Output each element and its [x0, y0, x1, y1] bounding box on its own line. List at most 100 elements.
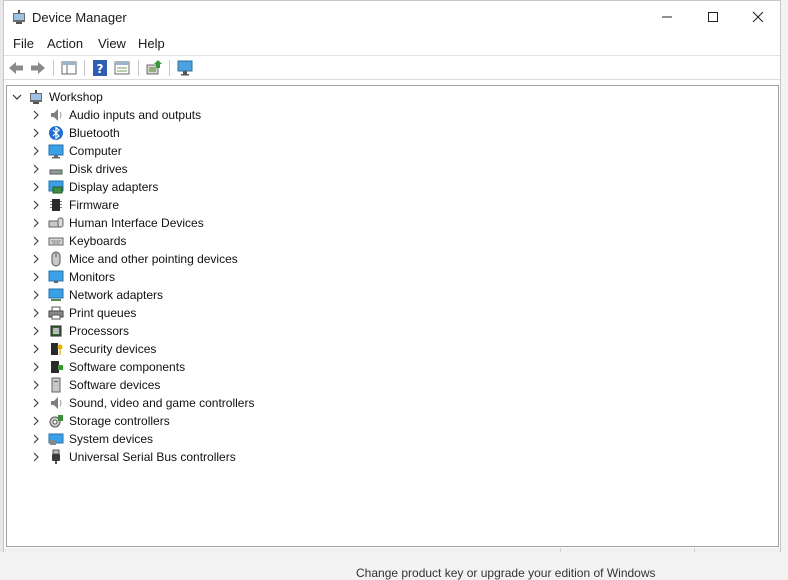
- menu-help[interactable]: Help: [136, 36, 167, 51]
- tree-category-label: Print queues: [69, 306, 137, 320]
- chevron-right-icon[interactable]: [31, 272, 41, 282]
- tree-category-label: Firmware: [69, 198, 119, 212]
- tree-category-label: Universal Serial Bus controllers: [69, 450, 236, 464]
- chevron-right-icon[interactable]: [31, 254, 41, 264]
- tree-category-audio-inputs-and-outputs[interactable]: Audio inputs and outputs: [7, 106, 767, 124]
- tree-category-system-devices[interactable]: System devices: [7, 430, 767, 448]
- chevron-right-icon[interactable]: [31, 344, 41, 354]
- chevron-right-icon[interactable]: [31, 236, 41, 246]
- computer-icon: [48, 144, 64, 159]
- tree-category-storage-controllers[interactable]: Storage controllers: [7, 412, 767, 430]
- device-manager-app-icon: [13, 10, 25, 24]
- chevron-right-icon[interactable]: [31, 146, 41, 156]
- status-bar: [4, 548, 780, 552]
- speaker-icon: [51, 109, 62, 121]
- menu-view[interactable]: View: [96, 36, 128, 51]
- tree-category-label: Computer: [69, 144, 122, 158]
- tree-category-disk-drives[interactable]: Disk drives: [7, 160, 767, 178]
- back-icon[interactable]: [7, 59, 25, 77]
- tree-category-label: Sound, video and game controllers: [69, 396, 255, 410]
- close-button[interactable]: [735, 1, 781, 33]
- disk-drive-icon: [49, 169, 63, 175]
- tree-category-keyboards[interactable]: Keyboards: [7, 232, 767, 250]
- tree-category-print-queues[interactable]: Print queues: [7, 304, 767, 322]
- tree-category-software-devices[interactable]: Software devices: [7, 376, 767, 394]
- firmware-icon: [50, 199, 62, 211]
- chevron-right-icon[interactable]: [31, 380, 41, 390]
- display-adapter-icon: [48, 180, 64, 194]
- tree-category-label: Mice and other pointing devices: [69, 252, 238, 266]
- tree-category-display-adapters[interactable]: Display adapters: [7, 178, 767, 196]
- device-tree[interactable]: Workshop Audio inputs and outputs Bluetoo…: [6, 85, 779, 547]
- chevron-right-icon[interactable]: [31, 416, 41, 426]
- tree-category-firmware[interactable]: Firmware: [7, 196, 767, 214]
- tree-category-label: Display adapters: [69, 180, 159, 194]
- chevron-right-icon[interactable]: [31, 362, 41, 372]
- toolbar-separator: [53, 60, 54, 76]
- chevron-right-icon[interactable]: [31, 200, 41, 210]
- toolbar-separator: [169, 60, 170, 76]
- chevron-right-icon[interactable]: [31, 398, 41, 408]
- tree-root[interactable]: Workshop: [7, 88, 767, 106]
- window-title: Device Manager: [32, 10, 127, 25]
- svg-text:?: ?: [97, 62, 104, 76]
- properties-icon[interactable]: [113, 59, 131, 77]
- bluetooth-icon: [49, 126, 63, 140]
- chevron-right-icon[interactable]: [31, 326, 41, 336]
- title-bar[interactable]: Device Manager: [4, 1, 780, 33]
- chevron-right-icon[interactable]: [31, 164, 41, 174]
- chevron-right-icon[interactable]: [31, 218, 41, 228]
- minimize-button[interactable]: [644, 1, 690, 33]
- background-link-text[interactable]: Change product key or upgrade your editi…: [356, 566, 656, 580]
- software-device-icon: [51, 377, 61, 393]
- tree-category-monitors[interactable]: Monitors: [7, 268, 767, 286]
- forward-icon[interactable]: [29, 59, 47, 77]
- chevron-right-icon[interactable]: [31, 290, 41, 300]
- tree-category-label: System devices: [69, 432, 154, 446]
- chevron-right-icon[interactable]: [31, 182, 41, 192]
- toolbar-separator: [84, 60, 85, 76]
- chevron-right-icon[interactable]: [31, 308, 41, 318]
- chevron-right-icon[interactable]: [31, 110, 41, 120]
- tree-category-network-adapters[interactable]: Network adapters: [7, 286, 767, 304]
- tree-category-computer[interactable]: Computer: [7, 142, 767, 160]
- tree-category-processors[interactable]: Processors: [7, 322, 767, 340]
- menu-bar: File Action View Help: [4, 33, 780, 55]
- tree-category-security-devices[interactable]: Security devices: [7, 340, 767, 358]
- chevron-right-icon[interactable]: [31, 128, 41, 138]
- update-driver-icon[interactable]: [145, 59, 163, 77]
- tree-root-label: Workshop: [49, 90, 103, 104]
- help-icon[interactable]: ?: [91, 59, 109, 77]
- security-device-icon: [51, 343, 63, 355]
- tree-category-software-components[interactable]: Software components: [7, 358, 767, 376]
- maximize-icon: [708, 12, 718, 22]
- toolbar-separator: [138, 60, 139, 76]
- menu-action[interactable]: Action: [45, 36, 85, 51]
- keyboard-icon: [48, 237, 64, 246]
- tree-category-label: Bluetooth: [69, 126, 120, 140]
- hid-icon: [48, 217, 64, 228]
- tree-category-label: Storage controllers: [69, 414, 170, 428]
- menu-file[interactable]: File: [11, 36, 36, 51]
- tree-category-mice-and-other-pointing-devices[interactable]: Mice and other pointing devices: [7, 250, 767, 268]
- tree-category-label: Human Interface Devices: [69, 216, 204, 230]
- tree-category-label: Processors: [69, 324, 130, 338]
- close-icon: [752, 11, 764, 23]
- computer-root-icon: [30, 90, 42, 104]
- chevron-right-icon[interactable]: [31, 452, 41, 462]
- tree-category-universal-serial-bus-controllers[interactable]: Universal Serial Bus controllers: [7, 448, 767, 466]
- chevron-right-icon[interactable]: [31, 434, 41, 444]
- tree-category-sound-video-and-game-controllers[interactable]: Sound, video and game controllers: [7, 394, 767, 412]
- status-cell: [694, 548, 695, 552]
- desktop-background-right: [781, 0, 788, 579]
- tree-category-human-interface-devices[interactable]: Human Interface Devices: [7, 214, 767, 232]
- tree-category-label: Security devices: [69, 342, 157, 356]
- maximize-button[interactable]: [690, 1, 736, 33]
- network-adapter-icon: [48, 288, 64, 301]
- tree-category-bluetooth[interactable]: Bluetooth: [7, 124, 767, 142]
- mouse-icon: [51, 251, 61, 267]
- monitor-icon[interactable]: [176, 59, 194, 77]
- chevron-down-icon[interactable]: [12, 92, 22, 102]
- show-hide-console-tree-icon[interactable]: [60, 59, 78, 77]
- tree-category-label: Disk drives: [69, 162, 128, 176]
